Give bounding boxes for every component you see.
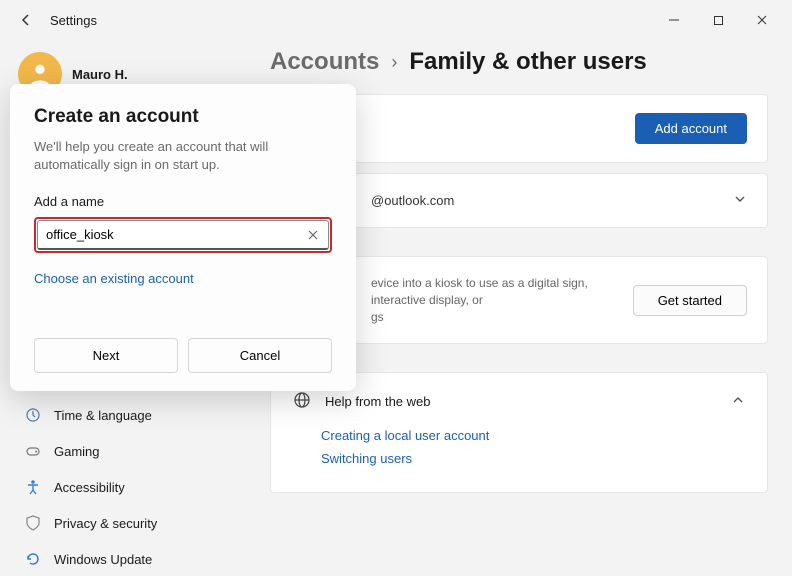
chevron-up-icon bbox=[731, 393, 745, 410]
choose-existing-link[interactable]: Choose an existing account bbox=[34, 271, 332, 286]
dialog-title: Create an account bbox=[34, 106, 332, 128]
next-button[interactable]: Next bbox=[34, 338, 178, 373]
create-account-dialog: Create an account We'll help you create … bbox=[10, 84, 356, 391]
help-title: Help from the web bbox=[325, 394, 431, 409]
sidebar-item-accessibility[interactable]: Accessibility bbox=[12, 470, 270, 504]
sidebar-item-time-language[interactable]: Time & language bbox=[12, 398, 270, 432]
sidebar-item-windows-update[interactable]: Windows Update bbox=[12, 542, 270, 576]
sidebar-item-label: Time & language bbox=[54, 408, 152, 423]
kiosk-description: evice into a kiosk to use as a digital s… bbox=[371, 275, 615, 309]
minimize-button[interactable] bbox=[652, 2, 696, 38]
close-icon bbox=[756, 14, 768, 26]
maximize-button[interactable] bbox=[696, 2, 740, 38]
name-input-wrapper bbox=[37, 220, 329, 250]
cancel-button[interactable]: Cancel bbox=[188, 338, 332, 373]
x-icon bbox=[308, 230, 318, 240]
maximize-icon bbox=[713, 15, 724, 26]
sidebar-item-label: Privacy & security bbox=[54, 516, 157, 531]
dialog-button-row: Next Cancel bbox=[34, 338, 332, 373]
sidebar-item-label: Gaming bbox=[54, 444, 100, 459]
titlebar: Settings bbox=[0, 0, 792, 40]
sidebar-item-gaming[interactable]: Gaming bbox=[12, 434, 270, 468]
sidebar-item-label: Windows Update bbox=[54, 552, 152, 567]
update-icon bbox=[24, 550, 42, 568]
get-started-button[interactable]: Get started bbox=[633, 285, 747, 316]
breadcrumb-current: Family & other users bbox=[409, 48, 646, 76]
name-field-label: Add a name bbox=[34, 194, 332, 209]
shield-icon bbox=[24, 514, 42, 532]
chevron-right-icon: › bbox=[391, 52, 397, 73]
minimize-icon bbox=[668, 14, 680, 26]
dialog-subtitle: We'll help you create an account that wi… bbox=[34, 138, 332, 174]
globe-icon bbox=[293, 391, 311, 412]
help-link-create-local[interactable]: Creating a local user account bbox=[321, 428, 745, 443]
help-link-switching[interactable]: Switching users bbox=[321, 451, 745, 466]
clear-input-button[interactable] bbox=[306, 227, 320, 243]
help-header[interactable]: Help from the web bbox=[293, 391, 745, 412]
back-button[interactable] bbox=[8, 2, 44, 38]
sidebar-item-label: Accessibility bbox=[54, 480, 125, 495]
add-account-button[interactable]: Add account bbox=[635, 113, 747, 144]
name-input[interactable] bbox=[46, 227, 306, 242]
sidebar-item-privacy[interactable]: Privacy & security bbox=[12, 506, 270, 540]
account-email: @outlook.com bbox=[371, 193, 454, 208]
gaming-icon bbox=[24, 442, 42, 460]
name-input-highlight bbox=[34, 217, 332, 253]
window-title: Settings bbox=[50, 13, 97, 28]
close-button[interactable] bbox=[740, 2, 784, 38]
profile-name: Mauro H. bbox=[72, 67, 128, 82]
accessibility-icon bbox=[24, 478, 42, 496]
kiosk-description-2: gs bbox=[371, 309, 615, 326]
window-controls bbox=[652, 2, 784, 38]
chevron-down-icon bbox=[733, 192, 747, 209]
arrow-left-icon bbox=[18, 12, 34, 28]
clock-icon bbox=[24, 406, 42, 424]
breadcrumb-parent[interactable]: Accounts bbox=[270, 48, 379, 76]
sidebar-list: Time & language Gaming Accessibility Pri… bbox=[8, 398, 270, 576]
